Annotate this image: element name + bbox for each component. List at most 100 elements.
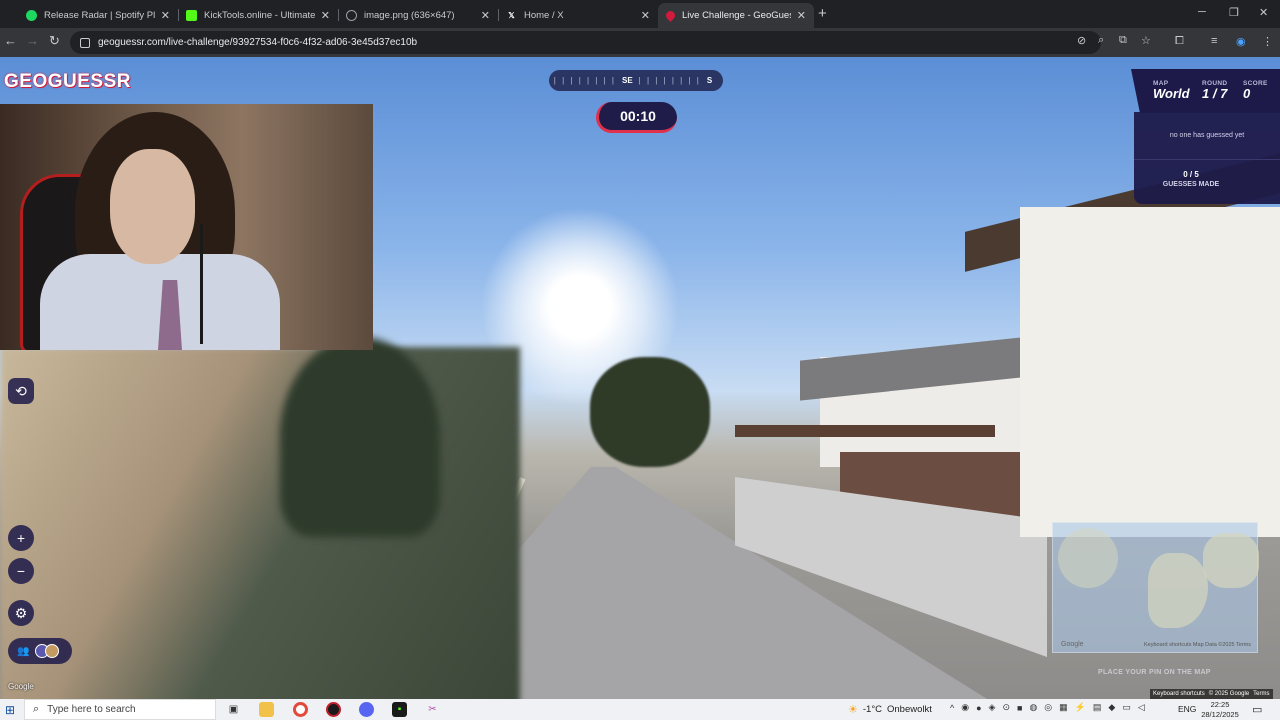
system-clock[interactable]: 22:25 28/12/2025 [1200, 700, 1240, 720]
map-value: World [1153, 86, 1190, 101]
zoom-out-button[interactable]: − [8, 558, 34, 584]
compass-primary: SE [621, 76, 633, 85]
task-view-icon[interactable]: ▣ [226, 702, 241, 717]
weather-text: Onbewolkt [886, 704, 932, 715]
geoguessr-pin-icon [664, 9, 677, 22]
install-app-icon[interactable]: ⧉ [1119, 34, 1127, 47]
chrome-icon[interactable] [293, 702, 308, 717]
close-icon[interactable]: ✕ [161, 9, 170, 22]
tab-x[interactable]: 𝕏 Home / X ✕ [498, 3, 658, 28]
map-google-logo: Google [1061, 641, 1084, 648]
discord-icon[interactable] [359, 702, 374, 717]
tray-app-icon[interactable]: ◎ [1044, 702, 1052, 713]
tray-app-icon[interactable]: ◉ [961, 702, 969, 713]
tray-app-icon[interactable]: ◆ [1108, 702, 1115, 713]
geoguessr-logo[interactable]: GEOGUESSR [4, 70, 131, 94]
zoom-icon[interactable]: ⌕ [1098, 34, 1104, 47]
window-close-icon[interactable]: ✕ [1259, 6, 1268, 19]
round-value: 1 / 7 [1202, 86, 1228, 101]
close-icon[interactable]: ✕ [641, 9, 650, 22]
restore-icon[interactable]: ❐ [1229, 6, 1239, 19]
kick-icon[interactable]: ▪ [392, 702, 407, 717]
minimize-icon[interactable]: ─ [1198, 6, 1206, 18]
notification-icon[interactable]: ▭ [1252, 703, 1262, 716]
close-icon[interactable]: ✕ [321, 9, 330, 22]
address-bar[interactable]: geoguessr.com/live-challenge/93927534-f0… [70, 31, 1101, 54]
clock-date: 28/12/2025 [1201, 710, 1239, 719]
scene-carport [735, 425, 995, 437]
close-icon[interactable]: ✕ [797, 9, 806, 22]
snipping-tool-icon[interactable]: ✂ [425, 702, 440, 717]
compass-toggle-button[interactable]: ⟲ [8, 378, 34, 404]
tab-label: Home / X [524, 10, 564, 21]
browser-toolbar: ← → ↻ geoguessr.com/live-challenge/93927… [0, 28, 1280, 57]
back-icon[interactable]: ← [4, 33, 17, 48]
zoom-in-button[interactable]: + [8, 525, 34, 551]
plus-icon: + [16, 530, 26, 546]
weather-widget[interactable]: ☀ -1°C Onbewolkt [848, 699, 932, 720]
obs-icon[interactable] [326, 702, 341, 717]
weather-icon: ☀ [848, 704, 858, 716]
map-landmass [1203, 533, 1259, 588]
webcam-overlay [0, 104, 373, 350]
tray-app-icon[interactable]: ▦ [1059, 702, 1068, 713]
players-button[interactable]: 👥 [8, 638, 72, 664]
round-timer: 00:10 [596, 102, 677, 133]
windows-taskbar: ⊞ ⌕ Type here to search ▣ ▪ ✂ ☀ -1°C Onb… [0, 699, 1280, 720]
tab-label: KickTools.online - Ultimate Kick [204, 10, 315, 21]
bookmark-star-icon[interactable]: ☆ [1141, 34, 1151, 47]
camera-rotate-icon: ⟲ [15, 382, 27, 399]
settings-button[interactable]: ⚙ [8, 600, 34, 626]
tab-kicktools[interactable]: KickTools.online - Ultimate Kick ✕ [178, 3, 338, 28]
players-icon: 👥 [17, 645, 30, 657]
menu-icon[interactable]: ⋮ [1262, 35, 1273, 48]
terms-link[interactable]: Terms [1253, 691, 1269, 697]
tab-image[interactable]: image.png (636×647) ✕ [338, 3, 498, 28]
forward-icon[interactable]: → [26, 33, 39, 48]
tab-spotify[interactable]: Release Radar | Spotify Playlist ✕ [18, 3, 178, 28]
eye-off-icon[interactable]: ⊘ [1077, 34, 1086, 47]
tray-app-icon[interactable]: ■ [1017, 703, 1022, 713]
tray-app-icon[interactable]: ◈ [989, 702, 996, 713]
minus-icon: − [16, 563, 26, 579]
copilot-icon[interactable]: ◉ [1236, 35, 1246, 48]
tray-app-icon[interactable]: ▤ [1093, 702, 1102, 713]
keyboard-shortcuts-link[interactable]: Keyboard shortcuts [1153, 691, 1205, 697]
player-avatar [45, 644, 60, 658]
file-explorer-icon[interactable] [259, 702, 274, 717]
kicktools-icon [186, 10, 197, 21]
tray-app-icon[interactable]: ◍ [1029, 702, 1037, 713]
network-icon[interactable]: ▭ [1122, 702, 1131, 713]
game-status-panel: MAP World ROUND 1 / 7 SCORE 0 [1131, 69, 1280, 113]
copyright-text: © 2025 Google [1208, 691, 1250, 697]
language-indicator[interactable]: ENG [1178, 704, 1196, 714]
new-tab-icon[interactable]: + [818, 5, 827, 22]
url-text[interactable]: geoguessr.com/live-challenge/93927534-f0… [98, 37, 417, 48]
tab-geoguessr[interactable]: Live Challenge - GeoGuessr ✕ [658, 3, 814, 28]
tray-chevron-icon[interactable]: ^ [950, 703, 954, 713]
map-credits: Keyboard shortcuts Map Data ©2025 Terms [1144, 642, 1251, 648]
windows-start-icon[interactable]: ⊞ [0, 699, 20, 720]
close-icon[interactable]: ✕ [481, 9, 490, 22]
compass-ticks: | | | | | | | | [638, 76, 701, 85]
reload-icon[interactable]: ↻ [49, 33, 60, 49]
compass-bar: | | | | | | | | SE | | | | | | | | S [549, 70, 723, 91]
tray-app-icon[interactable]: ● [976, 703, 981, 713]
taskbar-search-box[interactable]: ⌕ Type here to search [24, 699, 216, 720]
weather-temp: -1°C [862, 704, 882, 715]
site-info-icon[interactable] [80, 37, 90, 48]
tray-app-icon[interactable]: ⚡ [1075, 702, 1086, 713]
tray-app-icon[interactable]: ⊙ [1002, 702, 1010, 713]
volume-icon[interactable]: ◁ [1138, 702, 1145, 713]
scene-tree-left [280, 337, 440, 537]
extensions-icon[interactable]: ⧠ [1175, 35, 1184, 48]
tab-label: Release Radar | Spotify Playlist [44, 10, 155, 21]
score-value: 0 [1243, 86, 1251, 101]
search-placeholder: Type here to search [47, 704, 136, 715]
guess-minimap[interactable]: Google Keyboard shortcuts Map Data ©2025… [1052, 522, 1259, 653]
guess-count: 0 / 5 [1183, 170, 1199, 179]
media-icon[interactable]: ≡ [1211, 35, 1217, 47]
scene-trees [590, 357, 710, 467]
streetview-footer: Keyboard shortcuts © 2025 Google Terms [1150, 689, 1273, 699]
webcam-headset-cable [200, 224, 203, 344]
